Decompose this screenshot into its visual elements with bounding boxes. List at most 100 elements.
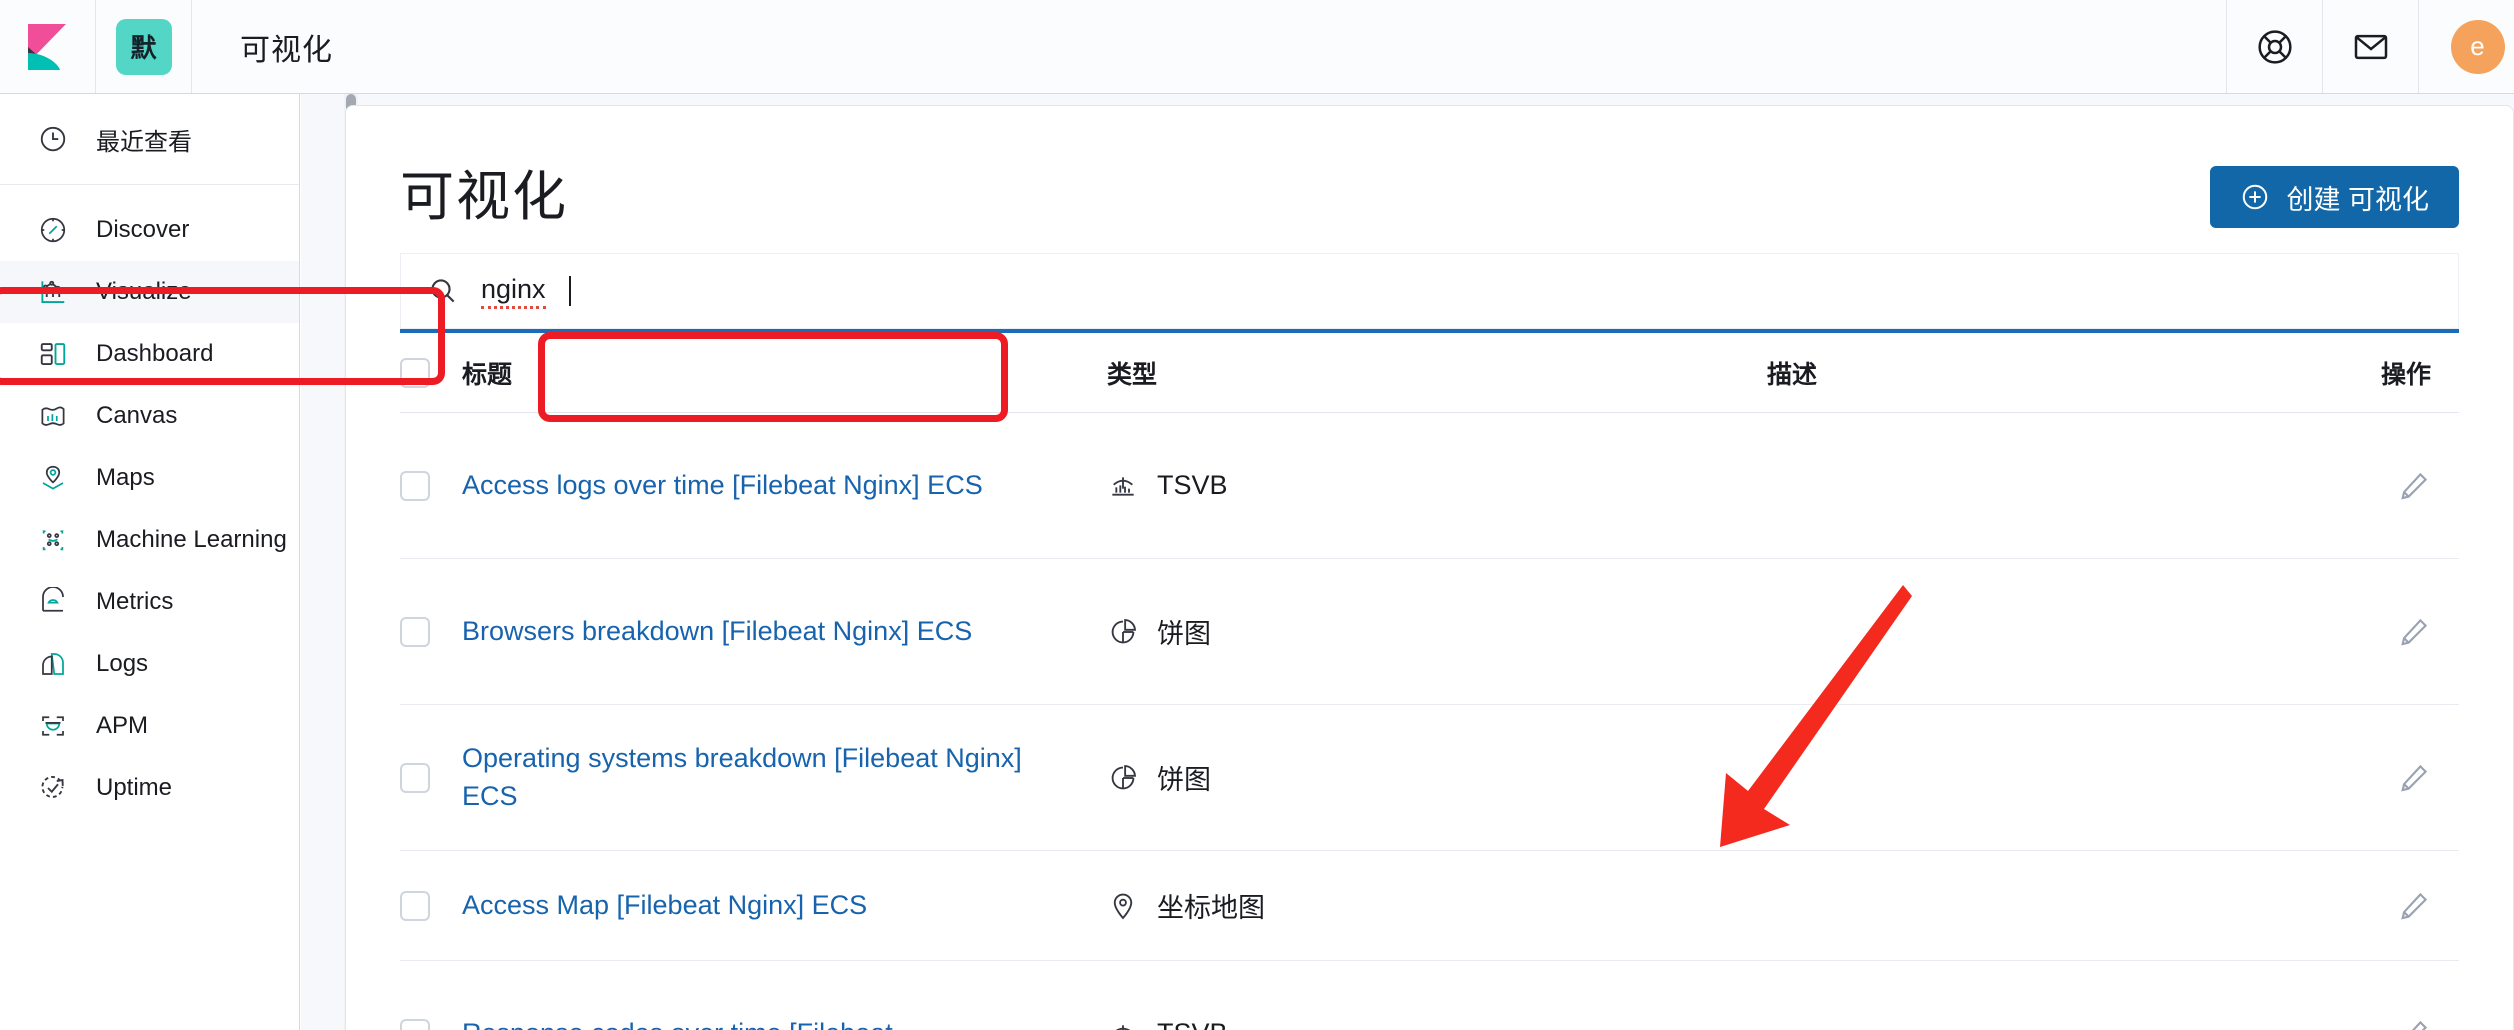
- canvas-icon: [36, 399, 70, 433]
- row-checkbox[interactable]: [400, 762, 430, 793]
- sidebar-item-label: Maps: [96, 464, 155, 491]
- clock-icon: [36, 122, 70, 156]
- row-checkbox[interactable]: [400, 890, 430, 921]
- sidebar-item-maps[interactable]: Maps: [0, 447, 299, 509]
- dashboard-grid-icon: [36, 337, 70, 371]
- pencil-icon[interactable]: [2397, 469, 2431, 503]
- search-input-value: nginx: [481, 274, 546, 309]
- visualization-link[interactable]: Access Map [Filebeat Nginx] ECS: [462, 890, 867, 920]
- row-select-cell: [400, 762, 462, 793]
- sidebar-item-recently-viewed[interactable]: 最近查看: [0, 108, 299, 170]
- row-type-cell: 饼图: [1107, 758, 1767, 797]
- visualization-link[interactable]: Browsers breakdown [Filebeat Nginx] ECS: [462, 616, 972, 646]
- sidebar-app-links: Discover Visualize Dashboard Canvas Maps…: [0, 185, 299, 819]
- table-row: Response codes over time [Filebeat TSVB: [400, 961, 2459, 1030]
- row-title-cell: Operating systems breakdown [Filebeat Ng…: [462, 740, 1107, 815]
- kibana-logo[interactable]: [0, 0, 96, 93]
- sidebar-item-label: Machine Learning: [96, 526, 287, 553]
- row-title-cell: Access Map [Filebeat Nginx] ECS: [462, 887, 1107, 924]
- pencil-icon[interactable]: [2397, 615, 2431, 649]
- row-actions-cell: [2319, 761, 2459, 795]
- space-selector-button[interactable]: 默: [96, 0, 192, 93]
- search-area: nginx: [400, 253, 2459, 333]
- row-type-label: 饼图: [1157, 765, 1211, 795]
- page-title: 可视化: [400, 167, 568, 227]
- map-pin-layers-icon: [36, 461, 70, 495]
- visualize-list-panel: 可视化 创建 可视化 nginx 标题 类型 描述 操作 Access logs…: [345, 105, 2514, 1030]
- row-select-cell: [400, 470, 462, 501]
- sidebar-item-uptime[interactable]: Uptime: [0, 757, 299, 819]
- kibana-logo-icon: [27, 23, 66, 70]
- visualization-link[interactable]: Access logs over time [Filebeat Nginx] E…: [462, 470, 983, 500]
- select-all-checkbox[interactable]: [400, 357, 430, 388]
- column-header-description[interactable]: 描述: [1767, 355, 2319, 391]
- bar-chart-icon: [36, 275, 70, 309]
- create-visualization-label: 创建 可视化: [2286, 184, 2429, 215]
- sidebar-item-visualize[interactable]: Visualize: [0, 261, 299, 323]
- life-ring-icon: [2257, 29, 2292, 64]
- topbar-actions: e: [2226, 0, 2514, 93]
- row-actions-cell: [2319, 615, 2459, 649]
- row-type-label: 饼图: [1157, 619, 1211, 649]
- sidebar-item-label: Metrics: [96, 588, 174, 615]
- pie-chart-icon: [1111, 618, 1136, 643]
- table-row: Browsers breakdown [Filebeat Nginx] ECS …: [400, 559, 2459, 705]
- sidebar-item-dashboard[interactable]: Dashboard: [0, 323, 299, 385]
- apm-icon: [36, 709, 70, 743]
- logs-icon: [36, 647, 70, 681]
- text-caret: [568, 276, 571, 306]
- plus-circle-icon: [2243, 184, 2268, 210]
- pie-chart-icon: [1111, 764, 1136, 789]
- kibana-visualize-page: 默 可视化 e 最近查看 Discover Visualize Dashboar…: [0, 0, 2514, 1030]
- sidebar-item-machine-learning[interactable]: Machine Learning: [0, 509, 299, 571]
- primary-sidebar: 最近查看 Discover Visualize Dashboard Canvas…: [0, 94, 300, 1030]
- table-row: Access logs over time [Filebeat Nginx] E…: [400, 413, 2459, 559]
- row-select-cell: [400, 890, 462, 921]
- row-title-cell: Response codes over time [Filebeat: [462, 1015, 1107, 1030]
- map-pin-icon: [1113, 893, 1133, 919]
- sidebar-item-label: Canvas: [96, 402, 178, 429]
- row-checkbox[interactable]: [400, 1018, 430, 1030]
- row-checkbox[interactable]: [400, 470, 430, 501]
- compass-icon: [36, 213, 70, 247]
- avatar: e: [2450, 19, 2505, 74]
- sidebar-item-logs[interactable]: Logs: [0, 633, 299, 695]
- visualization-link[interactable]: Response codes over time [Filebeat: [462, 1018, 893, 1030]
- user-menu-button[interactable]: e: [2418, 0, 2514, 93]
- sidebar-item-canvas[interactable]: Canvas: [0, 385, 299, 447]
- column-header-type[interactable]: 类型: [1107, 355, 1767, 391]
- row-type-label: 坐标地图: [1157, 893, 1265, 923]
- row-type-cell: TSVB: [1107, 1018, 1767, 1030]
- top-navigation-bar: 默 可视化 e: [0, 0, 2514, 94]
- sidebar-item-label: 最近查看: [96, 128, 192, 156]
- row-select-cell: [400, 616, 462, 647]
- pencil-icon[interactable]: [2397, 1017, 2431, 1030]
- notifications-button[interactable]: [2322, 0, 2418, 93]
- pencil-icon[interactable]: [2397, 889, 2431, 923]
- sidebar-item-label: Uptime: [96, 774, 173, 801]
- row-title-cell: Browsers breakdown [Filebeat Nginx] ECS: [462, 613, 1107, 650]
- search-focus-underline: [400, 329, 2459, 333]
- table-row: Access Map [Filebeat Nginx] ECS 坐标地图: [400, 851, 2459, 961]
- panel-header: 可视化 创建 可视化: [346, 106, 2513, 231]
- search-input[interactable]: nginx: [400, 253, 2459, 329]
- column-header-title[interactable]: 标题: [462, 355, 1107, 391]
- sidebar-item-metrics[interactable]: Metrics: [0, 571, 299, 633]
- breadcrumb-label: 可视化: [240, 33, 333, 67]
- pencil-icon[interactable]: [2397, 761, 2431, 795]
- sidebar-item-label: Logs: [96, 650, 149, 677]
- sidebar-item-apm[interactable]: APM: [0, 695, 299, 757]
- row-actions-cell: [2319, 889, 2459, 923]
- visualization-link[interactable]: Operating systems breakdown [Filebeat Ng…: [462, 743, 1022, 810]
- machine-learning-icon: [36, 523, 70, 557]
- sidebar-item-label: Dashboard: [96, 340, 214, 367]
- sidebar-item-label: Discover: [96, 216, 190, 243]
- row-checkbox[interactable]: [400, 616, 430, 647]
- create-visualization-button[interactable]: 创建 可视化: [2210, 166, 2459, 228]
- breadcrumb[interactable]: 可视化: [192, 0, 373, 93]
- row-type-label: TSVB: [1157, 470, 1228, 500]
- space-avatar: 默: [115, 18, 172, 75]
- help-button[interactable]: [2226, 0, 2322, 93]
- sidebar-item-discover[interactable]: Discover: [0, 199, 299, 261]
- uptime-icon: [36, 771, 70, 805]
